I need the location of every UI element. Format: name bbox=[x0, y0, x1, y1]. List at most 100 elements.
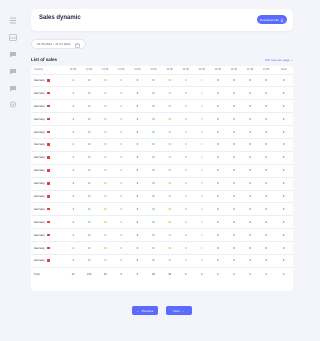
country-cell: Germany bbox=[31, 125, 65, 139]
value-cell: 0 bbox=[193, 202, 210, 217]
total-cell: 0 bbox=[265, 273, 267, 277]
value-cell: 90 bbox=[81, 228, 98, 243]
country-name: Germany bbox=[34, 194, 45, 198]
value-cell: 0 bbox=[193, 112, 210, 127]
value-cell: 0 bbox=[193, 86, 210, 101]
value-cell: 1 bbox=[65, 190, 82, 204]
value-cell: 0 bbox=[225, 164, 243, 178]
value-cell: 49 bbox=[97, 86, 114, 101]
value-cell: 90 bbox=[145, 177, 162, 191]
value-cell: 0 bbox=[177, 86, 194, 101]
sales-table-card: Country 11.05 11.05 11.05 11.05 11.05 11.05 11.… bbox=[31, 66, 293, 291]
table-row: Germany 1 90 49 0 0 90 49 0 0 0 0 0 0 0 bbox=[31, 125, 293, 139]
column-header: 11.05 bbox=[81, 66, 98, 75]
value-cell: 0 bbox=[225, 86, 243, 101]
table-row: Germany 1 90 49 0 0 90 49 0 0 0 0 0 0 0 bbox=[31, 138, 293, 152]
country-cell: Germany bbox=[31, 254, 65, 268]
value-cell: 0 bbox=[177, 190, 194, 204]
value-cell: 0 bbox=[242, 74, 259, 88]
value-cell: 0 bbox=[113, 138, 130, 152]
inbox-icon[interactable] bbox=[9, 34, 17, 41]
date-range-picker[interactable]: 21.05.2024 – 21.07.2024 bbox=[31, 39, 86, 49]
value-cell: 49 bbox=[161, 190, 178, 204]
column-header: 11.05 bbox=[209, 66, 226, 75]
value-cell: 0 bbox=[258, 241, 275, 255]
settings-icon[interactable] bbox=[9, 101, 17, 108]
country-cell: Germany bbox=[31, 112, 65, 127]
value-cell: 0 bbox=[258, 99, 275, 114]
previous-button[interactable]: ← Previous bbox=[132, 306, 158, 315]
chat-icon[interactable] bbox=[9, 68, 17, 75]
value-cell: 0 bbox=[209, 74, 226, 88]
value-cell: 49 bbox=[97, 125, 114, 139]
value-cell: 0 bbox=[177, 177, 194, 191]
value-cell: 90 bbox=[81, 86, 98, 101]
download-file-button[interactable]: Download File bbox=[257, 15, 287, 24]
table-row: Germany 1 90 49 0 0 90 49 0 0 0 0 0 0 0 bbox=[31, 99, 293, 114]
value-cell: 0 bbox=[177, 74, 194, 88]
value-cell: 49 bbox=[161, 202, 178, 217]
value-cell: 90 bbox=[81, 112, 98, 127]
country-name: Germany bbox=[34, 259, 45, 263]
total-cell: 0 bbox=[217, 273, 219, 277]
value-cell: 0 bbox=[258, 164, 275, 178]
country-name: Germany bbox=[34, 169, 45, 173]
download-icon bbox=[280, 17, 284, 22]
total-cell: 0 bbox=[120, 273, 123, 277]
next-button[interactable]: Next → bbox=[166, 306, 192, 315]
value-cell: 0 bbox=[242, 215, 259, 230]
total-cell: 49 bbox=[168, 273, 172, 277]
chat-icon[interactable] bbox=[9, 85, 17, 92]
value-cell: 0 bbox=[274, 112, 293, 127]
value-cell: 0 bbox=[258, 190, 275, 204]
country-cell: Germany bbox=[31, 177, 65, 191]
value-cell: 90 bbox=[145, 74, 162, 88]
value-cell: 49 bbox=[161, 74, 178, 88]
value-cell: 0 bbox=[177, 254, 194, 268]
flag-icon bbox=[46, 194, 51, 198]
table-row: Germany 1 90 49 0 0 90 49 0 0 0 0 0 0 0 bbox=[31, 190, 293, 204]
value-cell: 1 bbox=[65, 228, 82, 243]
value-cell: 90 bbox=[81, 138, 98, 152]
value-cell: 0 bbox=[129, 86, 146, 101]
value-cell: 90 bbox=[81, 125, 98, 139]
value-cell: 90 bbox=[81, 99, 98, 114]
value-cell: 0 bbox=[274, 190, 293, 204]
country-cell: Germany bbox=[31, 228, 65, 243]
value-cell: 0 bbox=[209, 215, 226, 230]
value-cell: 0 bbox=[274, 151, 293, 165]
flag-icon bbox=[46, 246, 51, 250]
value-cell: 0 bbox=[193, 241, 210, 255]
value-cell: 0 bbox=[129, 164, 146, 178]
value-cell: 0 bbox=[242, 254, 259, 268]
table-row: Germany 1 90 49 0 0 90 49 0 0 0 0 0 0 0 bbox=[31, 228, 293, 243]
country-cell: Germany bbox=[31, 215, 65, 230]
value-cell: 0 bbox=[177, 112, 194, 127]
chat-icon[interactable] bbox=[9, 51, 17, 58]
value-cell: 0 bbox=[274, 202, 293, 217]
column-header-country: Country bbox=[31, 66, 65, 75]
value-cell: 0 bbox=[225, 202, 243, 217]
value-cell: 0 bbox=[242, 177, 259, 191]
column-header: 11.05 bbox=[258, 66, 275, 75]
value-cell: 0 bbox=[209, 138, 226, 152]
value-cell: 49 bbox=[161, 99, 178, 114]
value-cell: 0 bbox=[177, 241, 194, 255]
value-cell: 49 bbox=[97, 164, 114, 178]
value-cell: 49 bbox=[161, 254, 178, 268]
value-cell: 0 bbox=[242, 112, 259, 127]
value-cell: 0 bbox=[225, 138, 243, 152]
grid-icon[interactable] bbox=[9, 17, 17, 24]
value-cell: 0 bbox=[113, 74, 130, 88]
rows-per-page-select[interactable]: 100 rows per page ⌄ bbox=[265, 58, 293, 62]
total-cell: 0 bbox=[184, 273, 187, 277]
value-cell: 0 bbox=[193, 164, 210, 178]
value-cell: 1 bbox=[65, 125, 82, 139]
table-header-row: Country 11.05 11.05 11.05 11.05 11.05 11.05 11.… bbox=[31, 66, 293, 75]
value-cell: 90 bbox=[81, 241, 98, 255]
value-cell: 0 bbox=[258, 151, 275, 165]
chevron-right-icon: → bbox=[181, 308, 185, 313]
value-cell: 1 bbox=[65, 177, 82, 191]
value-cell: 49 bbox=[97, 112, 114, 127]
value-cell: 90 bbox=[81, 202, 98, 217]
